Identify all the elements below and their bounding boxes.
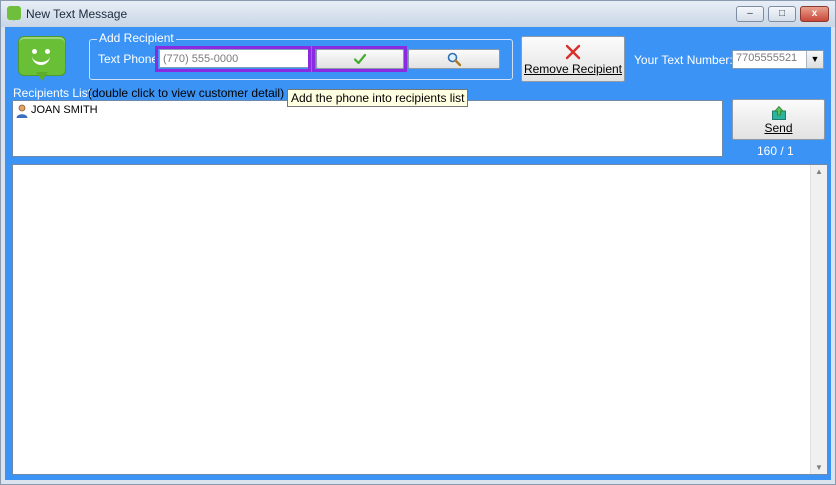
chevron-down-icon[interactable]: ▼: [806, 51, 823, 68]
scroll-down-icon[interactable]: ▼: [815, 463, 823, 472]
text-number-value: 7705555521: [736, 52, 798, 64]
sms-logo-icon: [18, 36, 66, 76]
add-button-highlight: [312, 46, 407, 72]
title-bar: New Text Message – □ x: [1, 1, 835, 27]
upload-icon: [771, 105, 786, 120]
search-icon: [447, 52, 462, 67]
your-text-number-label: Your Text Number:: [634, 53, 733, 67]
phone-input-highlight: [155, 46, 311, 72]
person-icon: [16, 104, 28, 118]
text-phone-label: Text Phone: [98, 52, 159, 66]
scroll-up-icon[interactable]: ▲: [815, 167, 823, 176]
client-area: Add Recipient Text Phone Remove Recipien…: [5, 27, 831, 480]
maximize-button[interactable]: □: [768, 6, 796, 22]
minimize-button[interactable]: –: [736, 6, 764, 22]
new-text-message-window: New Text Message – □ x Add Recipient Tex…: [0, 0, 836, 485]
x-icon: [565, 44, 581, 60]
remove-recipient-label: Remove Recipient: [523, 62, 623, 76]
recipients-list-label: Recipients List: [13, 86, 92, 100]
add-phone-tooltip: Add the phone into recipients list: [287, 89, 469, 107]
window-title: New Text Message: [26, 7, 128, 21]
char-count: 160 / 1: [757, 144, 794, 158]
close-button[interactable]: x: [800, 6, 829, 22]
send-button[interactable]: Send: [732, 99, 825, 140]
add-recipient-legend: Add Recipient: [97, 31, 176, 45]
recipients-list-hint: (double click to view customer detail): [88, 86, 285, 100]
text-number-select[interactable]: 7705555521 ▼: [732, 50, 824, 69]
message-textarea[interactable]: ▲ ▼: [12, 164, 828, 475]
remove-recipient-button[interactable]: Remove Recipient: [521, 36, 625, 82]
send-label: Send: [764, 121, 793, 135]
recipient-name: JOAN SMITH: [31, 104, 98, 116]
recipients-list[interactable]: JOAN SMITH: [12, 100, 723, 157]
sms-logo-tail: [36, 72, 48, 81]
message-scrollbar[interactable]: ▲ ▼: [810, 165, 827, 474]
search-phone-button[interactable]: [408, 49, 500, 69]
app-icon: [7, 6, 21, 21]
